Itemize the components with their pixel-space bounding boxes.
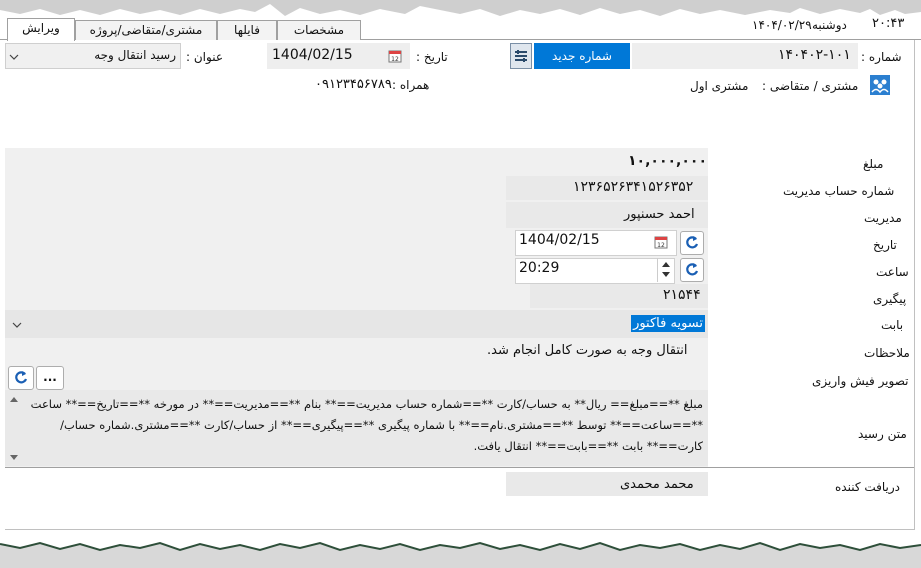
- amount-label: مبلغ: [863, 157, 884, 171]
- dropdown-arrow-icon: [12, 322, 22, 328]
- customer-icon: [871, 79, 889, 94]
- browse-button[interactable]: ...: [36, 366, 64, 390]
- mobile-value: ۰۹۱۲۳۴۵۶۷۸۹: [315, 77, 392, 92]
- chevron-down-icon: [9, 54, 19, 60]
- manager-value: احمد حسنپور: [624, 207, 695, 222]
- date-label: تاریخ :: [416, 50, 448, 64]
- refresh-icon: [686, 236, 699, 249]
- customer-button[interactable]: [870, 75, 890, 95]
- refresh-icon: [686, 263, 699, 276]
- scroll-down-icon[interactable]: [10, 455, 18, 461]
- account-value: ۱۲۳۶۵۲۶۳۴۱۵۲۶۳۵۲: [573, 179, 694, 195]
- reason-label: بابت: [881, 318, 904, 332]
- number-label: شماره :: [861, 50, 902, 64]
- title-select[interactable]: رسید انتقال وجه: [5, 43, 181, 69]
- torn-edge-bottom: [0, 541, 921, 568]
- tab-files[interactable]: فایلها: [217, 20, 277, 40]
- window-right-border: [914, 40, 915, 530]
- scroll-up-icon[interactable]: [10, 396, 18, 402]
- tab-details[interactable]: مشخصات: [277, 20, 361, 40]
- number-value: ۱۴۰۴۰۲-۱۰۱: [778, 47, 851, 63]
- new-number-button[interactable]: شماره جدید: [534, 43, 630, 69]
- customer-value: مشتری اول: [690, 79, 749, 93]
- svg-text:12: 12: [391, 56, 399, 63]
- receipt-image-label: تصویر فیش واریزی: [812, 374, 909, 388]
- header-date-value: 1404/02/15: [272, 47, 353, 63]
- notes-label: ملاحظات: [864, 346, 910, 360]
- receiver-value: محمد محمدی: [620, 477, 694, 492]
- form-calendar-button[interactable]: 12: [654, 235, 668, 252]
- svg-text:12: 12: [657, 242, 665, 249]
- time-value: 20:29: [519, 260, 560, 276]
- manager-label: مدیریت: [864, 211, 902, 225]
- calendar-icon: 12: [654, 236, 668, 249]
- receiver-label: دریافت کننده: [835, 480, 901, 494]
- divider: [5, 467, 915, 468]
- amount-value[interactable]: ۱۰,۰۰۰,۰۰۰: [628, 153, 707, 169]
- form-date-label: تاریخ: [873, 238, 897, 252]
- date-refresh-button[interactable]: [680, 231, 704, 255]
- tab-customer-project[interactable]: مشتری/متقاضی/پروژه: [75, 20, 217, 40]
- receipt-text: مبلغ **==مبلغ== ریال** به حساب/کارت **==…: [30, 397, 703, 453]
- reason-select[interactable]: تسویه فاکتور: [5, 310, 708, 338]
- form-bottom-border: [5, 529, 915, 530]
- tracking-label: پیگیری: [873, 292, 907, 306]
- time-spinner[interactable]: [657, 258, 674, 282]
- form-date-value: 1404/02/15: [519, 232, 600, 248]
- receipt-text-label: متن رسید: [858, 427, 907, 441]
- calendar-icon: 12: [388, 50, 402, 63]
- tracking-value: ۲۱۵۴۴: [663, 287, 701, 303]
- header-calendar-button[interactable]: 12: [388, 49, 402, 66]
- customer-label: مشتری / متقاضی :: [762, 79, 859, 93]
- title-label: عنوان :: [186, 50, 223, 64]
- notes-value[interactable]: انتقال وجه به صورت کامل انجام شد.: [487, 343, 688, 358]
- settings-list-icon: [515, 50, 527, 62]
- refresh-icon: [15, 371, 28, 384]
- tab-edit[interactable]: ویرایش: [7, 18, 75, 41]
- reason-selected-value: تسویه فاکتور: [631, 315, 705, 332]
- account-label: شماره حساب مدیریت: [783, 184, 895, 198]
- spinner-down-icon[interactable]: [662, 272, 670, 278]
- receipt-textarea[interactable]: مبلغ **==مبلغ== ریال** به حساب/کارت **==…: [5, 390, 708, 466]
- receipt-refresh-button[interactable]: [8, 366, 34, 390]
- settings-list-button[interactable]: [510, 43, 532, 69]
- spinner-up-icon[interactable]: [662, 261, 670, 267]
- receipt-scrollbar[interactable]: [5, 390, 21, 466]
- title-select-value: رسید انتقال وجه: [94, 48, 176, 62]
- time-refresh-button[interactable]: [680, 258, 704, 282]
- mobile-label: همراه :: [392, 78, 430, 92]
- time-label: ساعت: [876, 265, 909, 279]
